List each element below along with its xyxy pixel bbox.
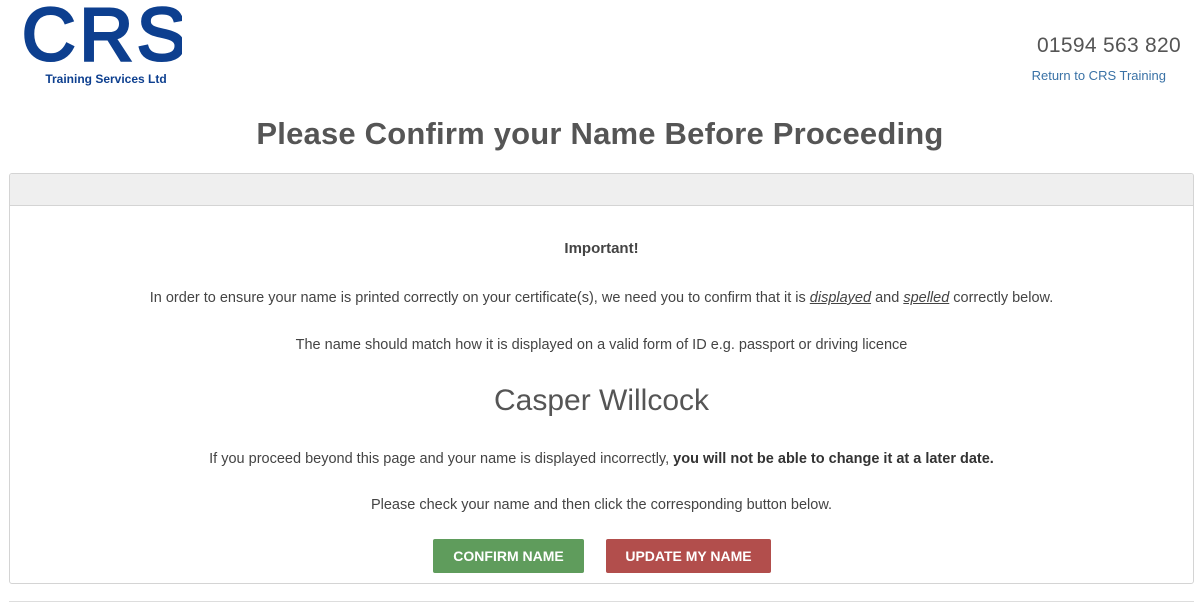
confirm-name-panel: Important! In order to ensure your name … bbox=[9, 173, 1194, 584]
displayed-emphasis: displayed bbox=[809, 290, 872, 306]
instructions-text-end: correctly below. bbox=[949, 290, 1054, 306]
warning-text-bold: you will not be able to change it at a l… bbox=[673, 451, 994, 467]
check-name-text: Please check your name and then click th… bbox=[370, 497, 833, 513]
footer-divider bbox=[9, 601, 1194, 602]
contact-block: 01594 563 820 Return to CRS Training bbox=[1032, 34, 1181, 83]
panel-heading bbox=[10, 174, 1193, 206]
instructions-text-mid: and bbox=[871, 290, 904, 306]
logo-mark: CRS bbox=[22, 2, 182, 72]
return-link[interactable]: Return to CRS Training bbox=[1032, 68, 1166, 83]
instructions-text: In order to ensure your name is printed … bbox=[10, 290, 1193, 306]
phone-number: 01594 563 820 bbox=[1036, 34, 1181, 57]
page-title: Please Confirm your Name Before Proceedi… bbox=[256, 116, 944, 151]
warning-text-start: If you proceed beyond this page and your… bbox=[209, 451, 674, 467]
instructions-text-start: In order to ensure your name is printed … bbox=[149, 290, 810, 306]
update-name-button[interactable]: UPDATE MY NAME bbox=[606, 539, 771, 573]
crs-logo[interactable]: CRS Training Services Ltd bbox=[22, 2, 182, 90]
warning-text: If you proceed beyond this page and your… bbox=[10, 451, 1193, 467]
panel-body: Important! In order to ensure your name … bbox=[10, 206, 1193, 583]
logo-subtitle: Training Services Ltd bbox=[45, 72, 167, 86]
important-heading: Important! bbox=[564, 240, 639, 257]
learner-name: Casper Willcock bbox=[493, 384, 710, 417]
logo-text: CRS bbox=[22, 2, 182, 72]
confirm-name-button[interactable]: CONFIRM NAME bbox=[433, 539, 584, 573]
spelled-emphasis: spelled bbox=[903, 290, 950, 306]
id-match-text: The name should match how it is displaye… bbox=[295, 337, 908, 353]
